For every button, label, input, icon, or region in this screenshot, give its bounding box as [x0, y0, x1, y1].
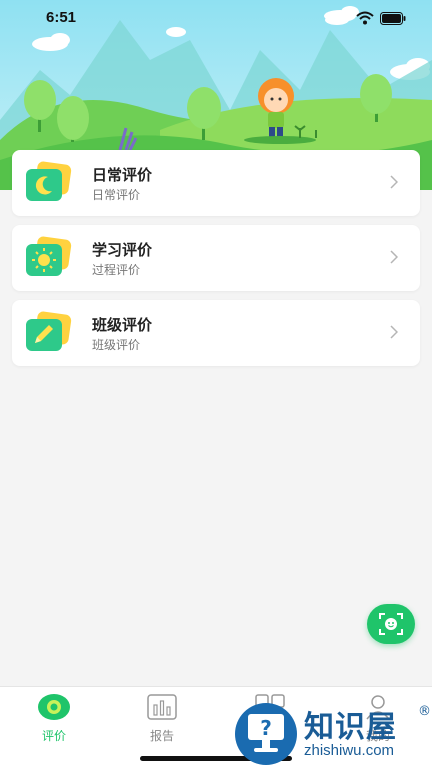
watermark-registered-mark: ® [418, 704, 431, 719]
cloud-icon [325, 12, 349, 25]
status-bar: 6:51 [0, 0, 432, 36]
watermark-logo-icon: ? [235, 703, 297, 765]
card-title: 日常评价 [92, 166, 153, 184]
wifi-icon [356, 11, 374, 25]
card-subtitle: 过程评价 [92, 263, 141, 277]
card-study-evaluation[interactable]: 学习评价 过程评价 [12, 225, 420, 291]
card-title: 学习评价 [92, 241, 153, 259]
card-daily-evaluation[interactable]: 日常评价 日常评价 [12, 150, 420, 216]
sun-icon [24, 236, 72, 280]
card-subtitle: 班级评价 [92, 338, 141, 352]
card-title: 班级评价 [92, 316, 153, 334]
card-class-evaluation[interactable]: 班级评价 班级评价 [12, 300, 420, 366]
tab-evaluation[interactable]: 评价 [24, 693, 84, 744]
status-time: 6:51 [46, 9, 77, 26]
chevron-right-icon [390, 325, 398, 339]
card-subtitle: 日常评价 [92, 188, 141, 202]
face-scan-icon [379, 613, 403, 635]
face-scan-button[interactable] [367, 604, 415, 644]
pencil-icon [24, 311, 72, 355]
battery-icon [380, 11, 406, 25]
chevron-right-icon [390, 250, 398, 264]
moon-icon [24, 161, 72, 205]
chevron-right-icon [390, 175, 398, 189]
watermark-overlay: ? 知识屋 ® zhishiwu.com [234, 700, 432, 768]
report-chart-icon [147, 694, 177, 720]
tab-label: 报告 [149, 729, 174, 743]
tab-label: 评价 [41, 729, 66, 743]
svg-text:?: ? [260, 716, 272, 740]
tab-report[interactable]: 报告 [132, 693, 192, 744]
status-icons [324, 11, 406, 25]
watermark-brand: 知识屋 [304, 710, 397, 745]
evaluation-icon [38, 694, 70, 720]
watermark-domain: zhishiwu.com [304, 742, 395, 759]
